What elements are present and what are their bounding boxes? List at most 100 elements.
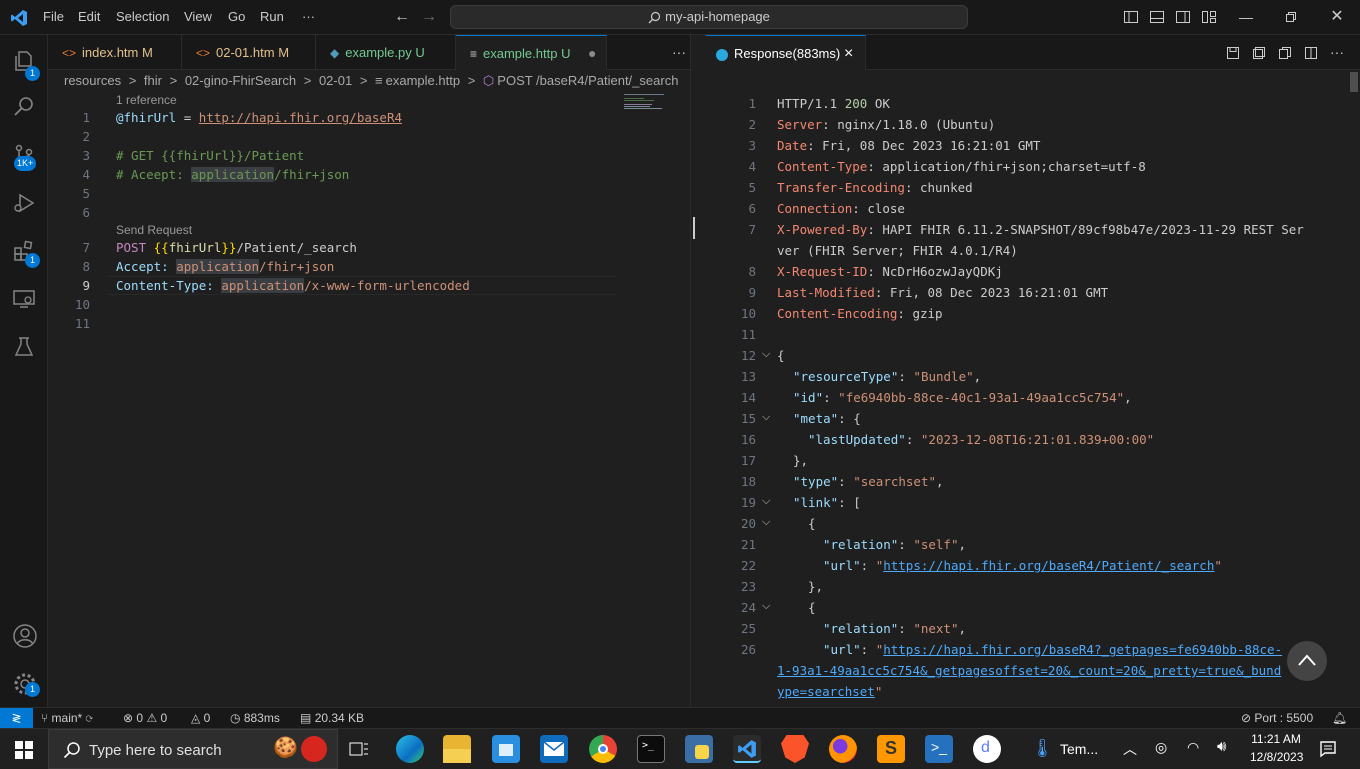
vscode-taskbar-icon[interactable] xyxy=(733,735,761,763)
explorer-button[interactable]: 1 xyxy=(0,41,48,81)
response-time[interactable]: ◷ 883ms xyxy=(230,708,280,728)
close-window-icon[interactable]: ✕ xyxy=(1328,8,1346,26)
copy-icon[interactable] xyxy=(1278,46,1292,60)
toggle-panel-icon[interactable] xyxy=(1149,9,1165,25)
tab-02-01-htm[interactable]: <> 02-01.htm M xyxy=(182,35,316,70)
scroll-to-top-button[interactable] xyxy=(1287,641,1327,681)
app-d-icon[interactable]: d xyxy=(973,735,1001,763)
code-editor[interactable]: 1 reference 1 @fhirUrl = http://hapi.fhi… xyxy=(48,92,700,707)
minimize-icon[interactable]: — xyxy=(1237,8,1255,26)
thermometer-icon[interactable]: 🌡︎ xyxy=(1031,738,1054,759)
sash-handle[interactable] xyxy=(693,217,703,239)
header-name: Content-Type xyxy=(777,159,868,174)
powershell-icon[interactable]: >_ xyxy=(925,735,953,763)
chrome-icon[interactable] xyxy=(589,735,617,763)
more-actions-button[interactable]: ··· xyxy=(672,44,686,60)
breadcrumb-item[interactable]: resources xyxy=(64,73,121,88)
save-body-icon[interactable] xyxy=(1252,46,1266,60)
toggle-primary-sidebar-icon[interactable] xyxy=(1123,9,1139,25)
remote-explorer-button[interactable] xyxy=(0,279,48,319)
tab-example-py[interactable]: ◆ example.py U xyxy=(316,35,456,70)
clock-time[interactable]: 11:21 AM xyxy=(1250,732,1302,746)
branch-indicator[interactable]: ⑂ main* ⟳ xyxy=(41,708,93,728)
breadcrumb-item[interactable]: POST /baseR4/Patient/_search xyxy=(497,73,678,88)
next-link[interactable]: https://hapi.fhir.org/baseR4?_getpages=f… xyxy=(883,642,1282,657)
microsoft-store-icon[interactable] xyxy=(492,735,520,763)
menu-selection[interactable]: Selection xyxy=(116,9,169,24)
source-control-button[interactable]: 1K+ xyxy=(0,135,48,175)
unsaved-dot-icon[interactable]: ● xyxy=(588,36,596,71)
clock-date[interactable]: 12/8/2023 xyxy=(1250,750,1303,764)
breadcrumb-item[interactable]: fhir xyxy=(144,73,162,88)
tab-index-htm[interactable]: <> index.htm M xyxy=(48,35,182,70)
brave-browser-icon[interactable] xyxy=(781,735,809,763)
menu-more[interactable]: ··· xyxy=(302,9,315,24)
notifications-bell-icon[interactable]: 🔔︎ xyxy=(1332,708,1347,728)
webcam-icon[interactable]: ◎ xyxy=(1155,739,1167,756)
testing-button[interactable] xyxy=(0,327,48,367)
more-actions-button[interactable]: ··· xyxy=(1330,44,1344,60)
file-explorer-icon[interactable] xyxy=(443,735,471,763)
windows-start-icon[interactable] xyxy=(15,741,33,759)
extensions-button[interactable]: 1 xyxy=(0,231,48,271)
fold-chevron-icon[interactable]: ⌵ xyxy=(762,411,774,424)
chevron-up-icon[interactable]: ︿ xyxy=(1123,739,1137,759)
forward-arrow-icon[interactable]: → xyxy=(420,8,438,26)
save-response-icon[interactable] xyxy=(1226,46,1240,60)
taskbar-search-box[interactable]: Type here to search 🍪 xyxy=(48,729,338,769)
next-link-wrap[interactable]: 1-93a1-49aa1cc5c754&_getpagesoffset=20&_… xyxy=(777,663,1281,678)
live-server-port[interactable]: ⊘ Port : 5500 xyxy=(1241,708,1313,728)
back-arrow-icon[interactable]: ← xyxy=(393,8,411,26)
response-view[interactable]: 1 HTTP/1.1 200 OK 2 Server: nginx/1.18.0… xyxy=(706,70,1360,707)
menu-run[interactable]: Run xyxy=(260,9,284,24)
wifi-icon[interactable]: ◠ xyxy=(1187,739,1199,756)
response-size[interactable]: ▤ 20.34 KB xyxy=(300,708,364,728)
fold-chevron-icon[interactable]: ⌵ xyxy=(762,516,774,529)
fold-chevron-icon[interactable]: ⌵ xyxy=(762,495,774,508)
weather-text[interactable]: Tem... xyxy=(1060,741,1098,757)
split-sash[interactable] xyxy=(690,35,706,707)
sublime-text-icon[interactable]: S xyxy=(877,735,905,763)
restore-icon[interactable] xyxy=(1285,11,1297,23)
scrollbar-thumb[interactable] xyxy=(1350,72,1358,92)
line-number: 2 xyxy=(82,129,90,144)
fold-chevron-icon[interactable]: ⌵ xyxy=(762,600,774,613)
menu-view[interactable]: View xyxy=(184,9,212,24)
info-indicator[interactable]: ◬ 0 xyxy=(191,708,210,728)
next-link-wrap[interactable]: ype=searchset xyxy=(777,684,875,699)
remote-indicator-icon[interactable]: ≷ xyxy=(0,708,33,728)
fold-chevron-icon[interactable]: ⌵ xyxy=(762,348,774,361)
tab-example-http[interactable]: ≡ example.http U ● xyxy=(456,35,607,71)
menu-file[interactable]: File xyxy=(43,9,64,24)
menu-go[interactable]: Go xyxy=(228,9,245,24)
edge-browser-icon[interactable] xyxy=(396,735,424,763)
accounts-button[interactable] xyxy=(0,615,48,655)
manage-button[interactable]: 1 xyxy=(0,663,48,703)
mail-icon[interactable] xyxy=(540,735,568,763)
self-link[interactable]: https://hapi.fhir.org/baseR4/Patient/_se… xyxy=(883,558,1214,573)
breadcrumb-item[interactable]: 02-01 xyxy=(319,73,352,88)
customize-layout-icon[interactable] xyxy=(1201,9,1217,25)
tab-response[interactable]: Response(883ms) × xyxy=(706,35,866,71)
python-idle-icon[interactable] xyxy=(685,735,713,763)
base-url-link[interactable]: http://hapi.fhir.org/baseR4 xyxy=(199,110,402,125)
task-view-icon[interactable] xyxy=(349,741,369,757)
problems-indicator[interactable]: ⊗ 0 ⚠ 0 xyxy=(123,708,167,728)
beaker-icon xyxy=(14,337,34,356)
codelens-references[interactable]: 1 reference xyxy=(116,93,177,107)
terminal-icon[interactable]: >_ xyxy=(637,735,665,763)
toggle-secondary-sidebar-icon[interactable] xyxy=(1175,9,1191,25)
close-tab-icon[interactable]: × xyxy=(844,36,853,71)
split-editor-icon[interactable] xyxy=(1304,46,1318,60)
volume-icon[interactable]: 🔊︎ xyxy=(1217,738,1226,755)
search-view-button[interactable] xyxy=(0,87,48,127)
run-debug-button[interactable] xyxy=(0,183,48,223)
send-request-codelens[interactable]: Send Request xyxy=(116,223,192,237)
command-center[interactable]: my-api-homepage xyxy=(450,5,968,29)
firefox-icon[interactable] xyxy=(829,735,857,763)
minimap[interactable] xyxy=(624,92,690,112)
breadcrumb-item[interactable]: example.http xyxy=(386,73,460,88)
breadcrumb-item[interactable]: 02-gino-FhirSearch xyxy=(185,73,296,88)
menu-edit[interactable]: Edit xyxy=(78,9,100,24)
notification-center-icon[interactable] xyxy=(1319,740,1337,758)
